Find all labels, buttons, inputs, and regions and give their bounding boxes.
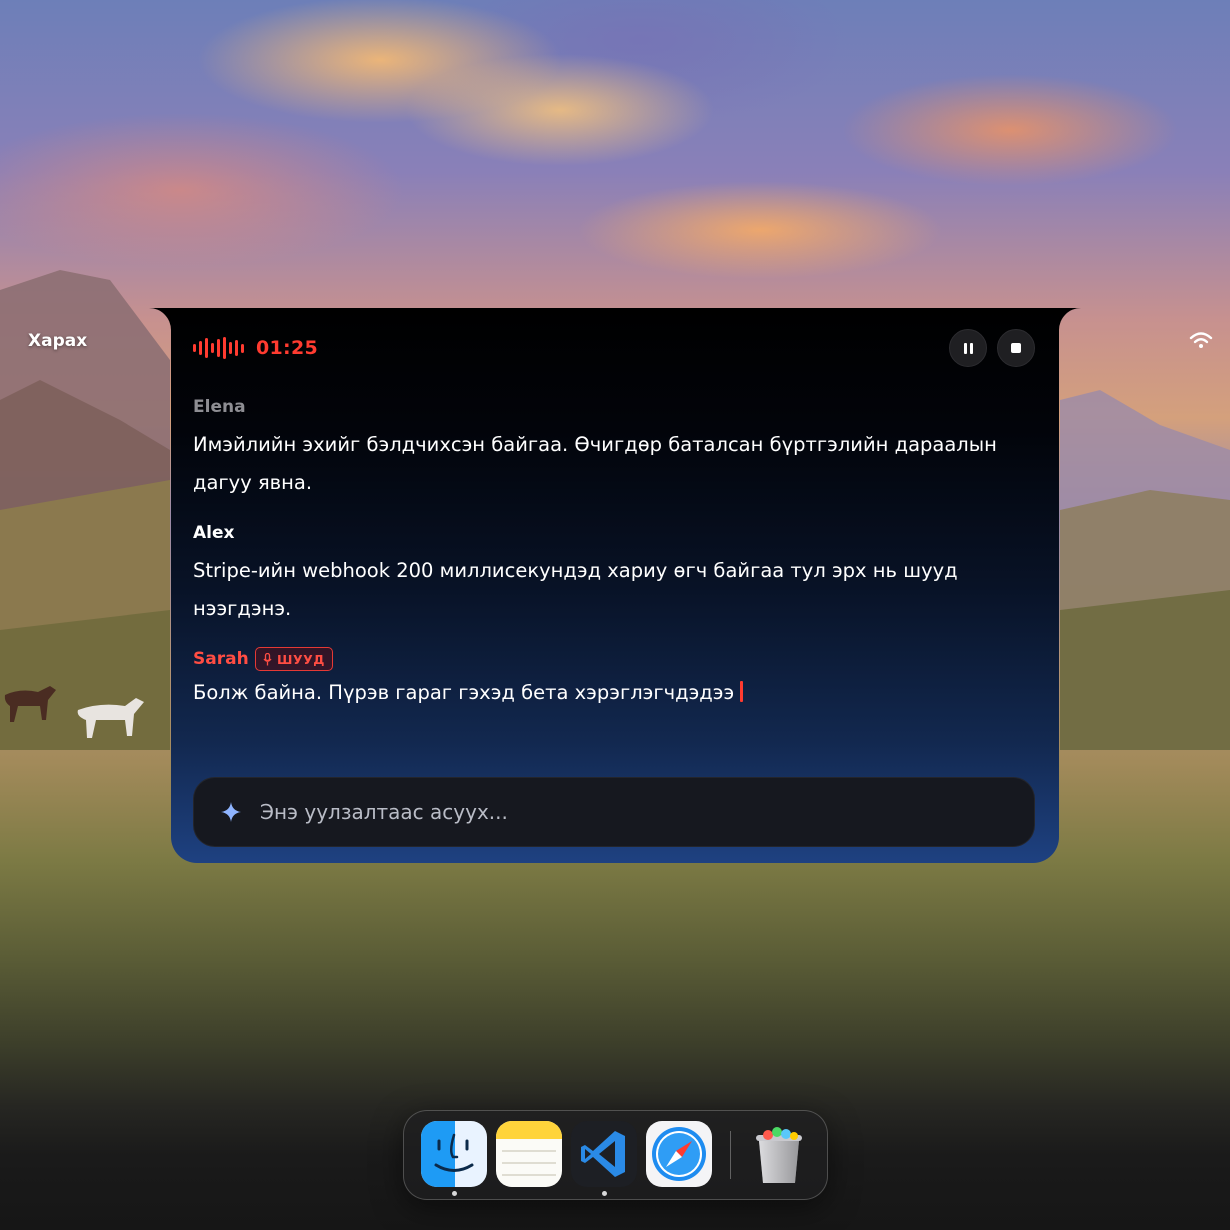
finder-icon[interactable]: [421, 1121, 487, 1187]
microphone-icon: [263, 652, 272, 665]
typing-caret: [740, 681, 744, 702]
horse-illustration-white: [77, 698, 144, 738]
live-badge: ШУУД: [255, 647, 333, 671]
transcript-line: Stripe-ийн webhook 200 миллисекундэд хар…: [193, 559, 958, 620]
sparkle-icon: [221, 802, 241, 822]
speaker-name: Alex: [193, 523, 235, 543]
running-indicator: [602, 1191, 607, 1196]
menubar-app-name[interactable]: Харах: [28, 331, 87, 351]
pause-button[interactable]: [949, 329, 987, 367]
speaker-name: Sarah: [193, 649, 249, 669]
transcript-line: Имэйлийн эхийг бэлдчихсэн байгаа. Өчигдө…: [193, 433, 997, 494]
notch-corner-left: [149, 308, 171, 330]
waveform-icon: [193, 337, 244, 359]
transcript-line-live: Болж байна. Пүрэв гараг гэхэд бета хэрэг…: [193, 674, 1023, 712]
recording-timer: 01:25: [256, 337, 318, 359]
safari-icon[interactable]: [646, 1121, 712, 1187]
wifi-icon[interactable]: [1188, 330, 1214, 350]
dock-separator: [730, 1131, 731, 1179]
stop-button[interactable]: [997, 329, 1035, 367]
recording-status: 01:25: [193, 336, 318, 360]
live-transcript-text: Болж байна. Пүрэв гараг гэхэд бета хэрэг…: [193, 681, 735, 704]
ask-meeting-bar[interactable]: [193, 777, 1035, 847]
live-badge-label: ШУУД: [277, 651, 325, 667]
horse-illustration: [4, 686, 56, 722]
vscode-icon[interactable]: [571, 1121, 637, 1187]
pause-icon: [963, 342, 973, 354]
notch-corner-right: [1059, 308, 1081, 330]
running-indicator: [452, 1191, 457, 1196]
notes-icon[interactable]: [496, 1121, 562, 1187]
speaker-name: Elena: [193, 397, 246, 417]
live-transcription-panel: 01:25 Elena Имэйлийн эхийг бэлдчихсэн ба…: [171, 308, 1059, 863]
dock: [403, 1110, 828, 1200]
stop-icon: [1011, 343, 1021, 353]
ask-meeting-input[interactable]: [260, 792, 1034, 832]
trash-icon[interactable]: [746, 1121, 812, 1187]
